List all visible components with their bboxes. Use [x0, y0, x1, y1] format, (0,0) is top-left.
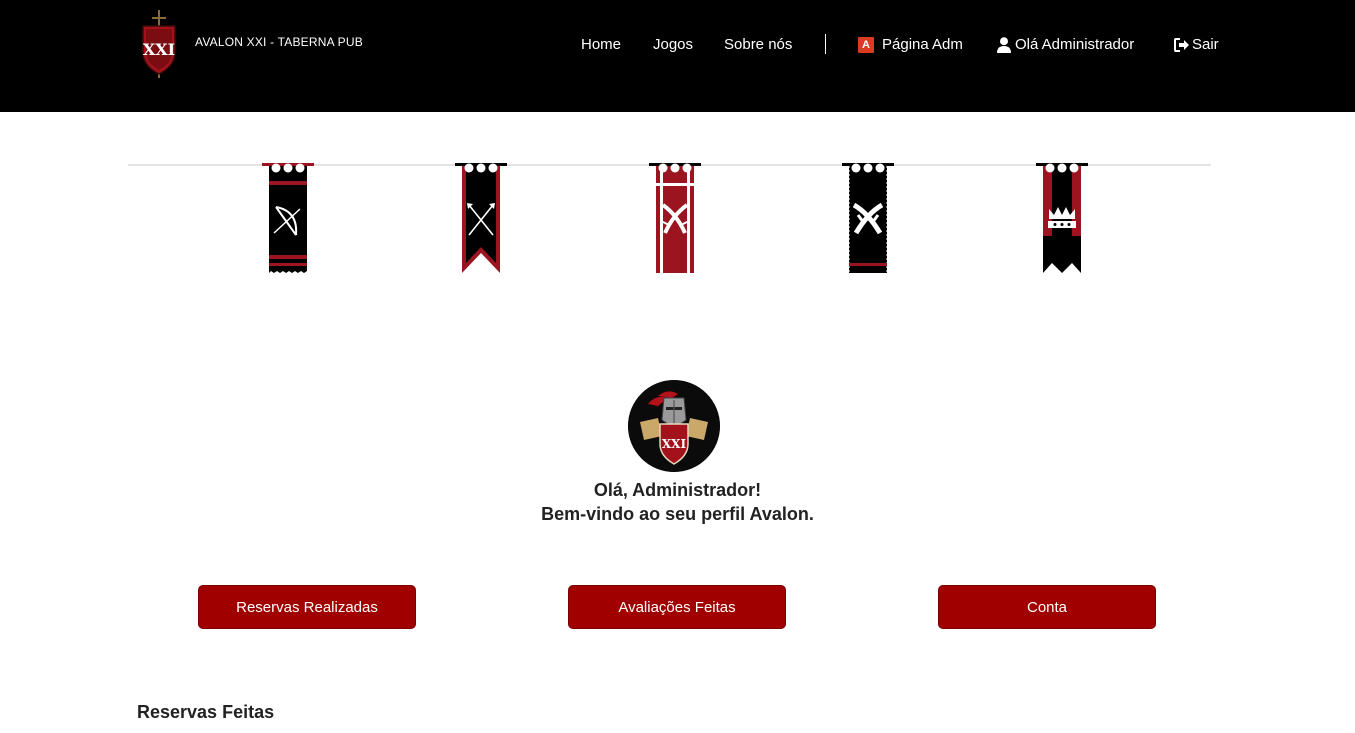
crossed-arrows-banner	[455, 163, 507, 273]
nav-user-label: Olá Administrador	[1015, 36, 1135, 53]
user-icon	[997, 36, 1011, 53]
nav-logout-link[interactable]: Sair	[1174, 36, 1219, 53]
profile-welcome-message: Bem-vindo ao seu perfil Avalon.	[541, 504, 814, 524]
nav-user-link[interactable]: Olá Administrador	[997, 36, 1134, 53]
reservas-feitas-heading: Reservas Feitas	[137, 702, 275, 722]
crown-banner	[1036, 163, 1088, 273]
sign-out-icon	[1174, 37, 1190, 52]
nav-jogos-link[interactable]: Jogos	[653, 36, 693, 53]
top-navbar: XXI AVALON XXI - TABERNA PUB Home Jogos …	[0, 0, 1355, 112]
nav-divider	[825, 34, 826, 54]
nav-sobre-link[interactable]: Sobre nós	[724, 36, 792, 53]
reservas-realizadas-button[interactable]: Reservas Realizadas	[198, 585, 416, 629]
crossed-swords-banner	[649, 163, 701, 273]
avalon-shield-logo-icon: XXI	[142, 10, 176, 78]
nav-logout-label: Sair	[1192, 36, 1219, 53]
conta-button[interactable]: Conta	[938, 585, 1156, 629]
nav-admin-label: Página Adm	[882, 36, 963, 53]
profile-greeting: Olá, Administrador!	[593, 480, 762, 500]
profile-avatar: XXI	[628, 380, 720, 472]
brand-link[interactable]: XXI AVALON XXI - TABERNA PUB	[140, 8, 363, 80]
svg-text:XXI: XXI	[662, 437, 687, 451]
crossed-swords-dark-banner	[842, 163, 894, 273]
bow-arrow-banner	[262, 163, 314, 273]
nav-admin-link[interactable]: A Página Adm	[858, 36, 963, 53]
knight-avatar-icon: XXI	[628, 380, 720, 472]
avaliacoes-feitas-button[interactable]: Avaliações Feitas	[568, 585, 786, 629]
angular-a-icon: A	[858, 36, 874, 53]
svg-text:XXI: XXI	[143, 40, 175, 59]
nav-home-link[interactable]: Home	[581, 36, 621, 53]
brand-name: AVALON XXI - TABERNA PUB	[195, 35, 363, 49]
